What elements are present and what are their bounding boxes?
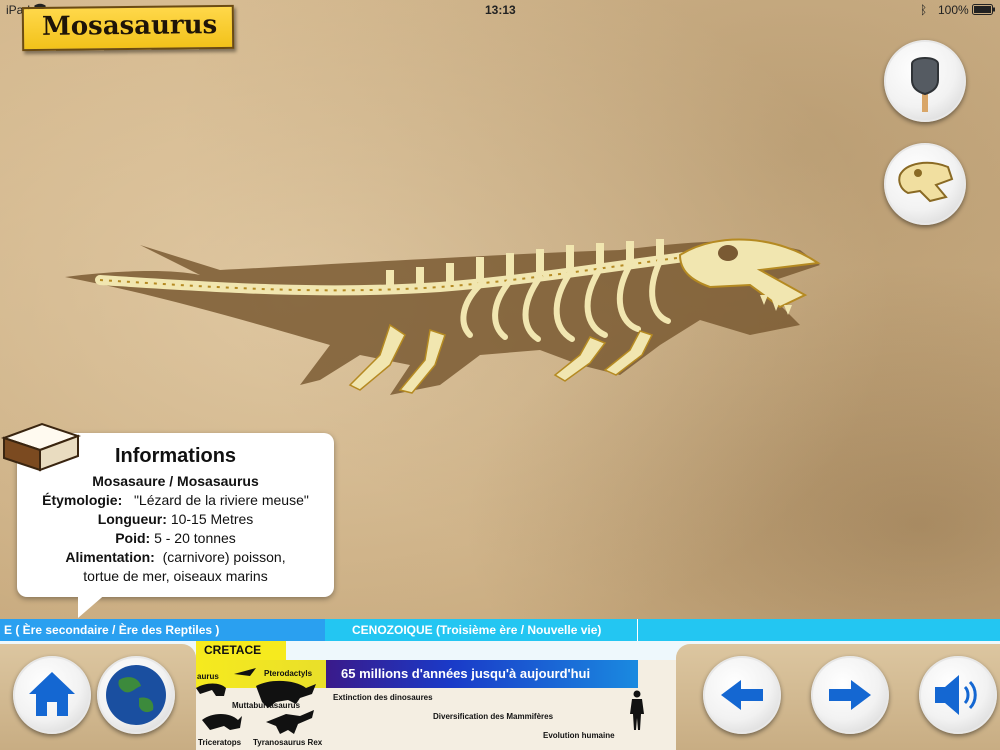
arrow-left-icon: [721, 680, 763, 710]
label-mammals: Diversification des Mammifères: [433, 712, 554, 721]
shovel-icon: [911, 57, 939, 112]
info-diet: Alimentation: (carnivore) poisson,: [65, 549, 286, 565]
arrow-right-icon: [829, 680, 871, 710]
era-bar-extension: [637, 619, 1000, 641]
label-aurus: aurus: [197, 672, 219, 681]
title-banner: Mosasaurus: [21, 4, 235, 52]
home-icon: [29, 672, 75, 716]
info-length: Longueur: 10-15 Metres: [97, 511, 254, 527]
previous-button[interactable]: [703, 656, 781, 734]
globe-icon: [106, 665, 166, 725]
label-muttaburrasaurus: Muttaburrasaurus: [232, 701, 301, 710]
dino-skull-icon: [898, 161, 954, 203]
mosasaurus-fossil: [65, 238, 821, 395]
bluetooth-icon: ᛒ: [920, 3, 928, 17]
era-mesozoic[interactable]: E ( Ère secondaire / Ère des Reptiles ): [0, 619, 325, 641]
sound-button[interactable]: [919, 656, 997, 734]
label-human: Evolution humaine: [543, 731, 615, 740]
human-silhouette: [630, 690, 644, 730]
period-cretace[interactable]: CRETACE: [196, 641, 286, 660]
cenozoic-strip: 65 millions d'années jusqu'à aujourd'hui: [326, 660, 638, 688]
skull-button[interactable]: [884, 143, 966, 225]
label-tyranosaurus: Tyranosaurus Rex: [253, 738, 323, 747]
book-icon: [0, 422, 82, 472]
timeline-events: aurus Pterodactyls Muttaburrasaurus Tric…: [196, 668, 676, 750]
info-weight: Poid: 5 - 20 tonnes: [115, 530, 236, 546]
speaker-icon: [935, 675, 977, 715]
clock: 13:13: [485, 3, 516, 17]
label-triceratops: Triceratops: [198, 738, 242, 747]
battery-icon: [972, 4, 996, 18]
dig-button[interactable]: [884, 40, 966, 122]
era-cenozoic[interactable]: CENOZOIQUE (Troisième ère / Nouvelle vie…: [325, 619, 637, 641]
info-bubble-tail: [78, 592, 108, 618]
label-extinction: Extinction des dinosaures: [333, 693, 433, 702]
next-button[interactable]: [811, 656, 889, 734]
globe-button[interactable]: [97, 656, 175, 734]
battery-level: 100%: [938, 3, 969, 17]
info-diet-continued: tortue de mer, oiseaux marins: [83, 568, 268, 584]
label-pterodactyls: Pterodactyls: [264, 669, 313, 678]
info-etymology: Étymologie: "Lézard de la riviere meuse": [42, 492, 309, 508]
page-title: Mosasaurus: [41, 10, 218, 42]
home-button[interactable]: [13, 656, 91, 734]
